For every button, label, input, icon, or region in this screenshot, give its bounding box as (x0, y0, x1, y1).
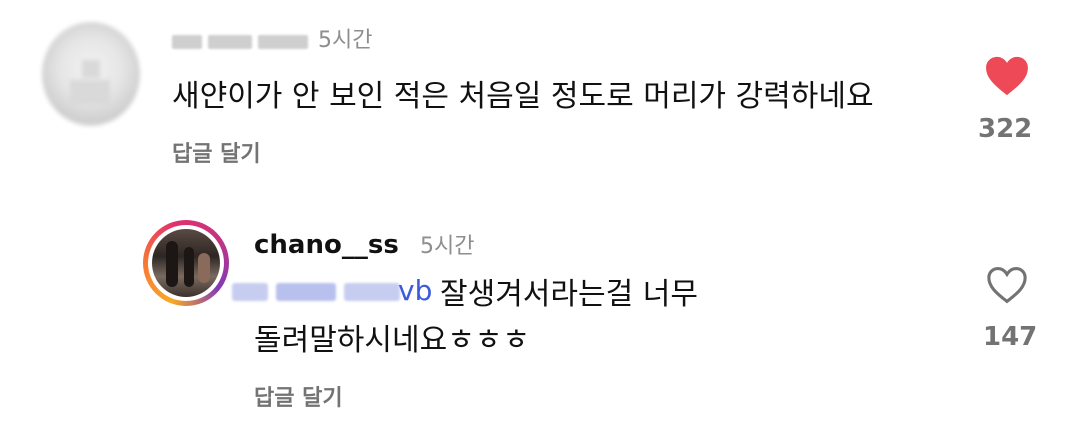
reply-button[interactable]: 답글 달기 (172, 136, 261, 168)
avatar-blur-block (82, 60, 100, 78)
comment-time: 5시간 (318, 28, 373, 53)
blur-bar (344, 283, 400, 301)
comment-text: 새얀이가 안 보인 적은 처음일 정도로 머리가 강력하네요 (172, 79, 874, 114)
blur-bar (258, 35, 308, 49)
like-count: 322 (978, 114, 1033, 144)
heart-outline-icon[interactable] (986, 266, 1028, 304)
avatar-blur-block (70, 80, 110, 104)
username-blurred[interactable] (172, 25, 312, 49)
comment-text-line2: 돌려말하시네요ㅎㅎㅎ (254, 323, 530, 358)
photo-figure (166, 241, 178, 287)
blur-bar (172, 35, 202, 49)
avatar[interactable] (42, 22, 140, 126)
reply-button[interactable]: 답글 달기 (254, 380, 343, 412)
heart-filled-icon[interactable] (984, 56, 1030, 96)
photo-figure (184, 247, 194, 287)
profile-photo-avatar (152, 229, 220, 297)
photo-figure (198, 253, 210, 283)
blur-bar (276, 283, 336, 301)
blur-bar (232, 283, 268, 301)
story-ring-avatar[interactable] (143, 220, 229, 306)
mention-tail[interactable]: vb (398, 274, 432, 307)
comment-text-line1: 잘생겨서라는걸 너무 (440, 277, 698, 312)
username[interactable]: chano__ss (254, 230, 399, 260)
blur-bar (208, 35, 252, 49)
avatar-ring-gap (148, 225, 224, 301)
like-count: 147 (983, 322, 1038, 352)
comment-time: 5시간 (420, 234, 475, 259)
